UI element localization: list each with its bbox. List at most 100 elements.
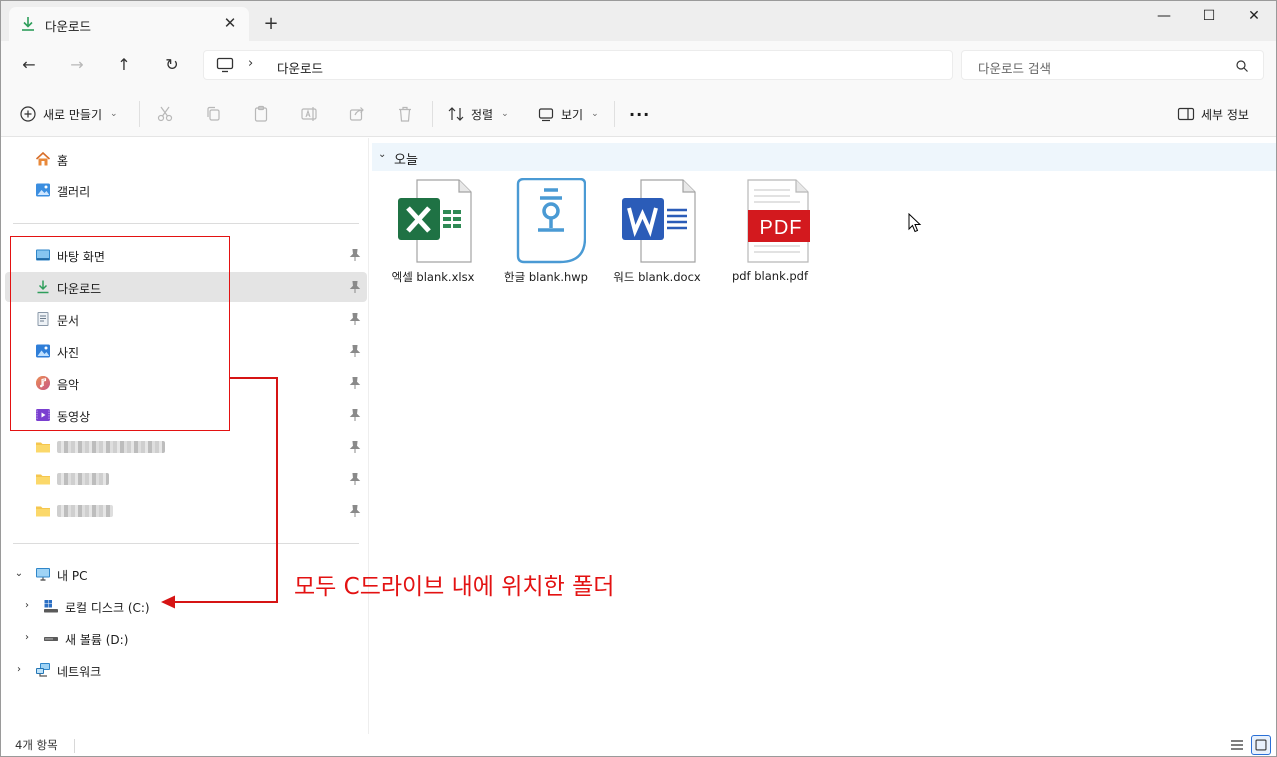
- scissors-icon: [157, 106, 173, 122]
- trash-icon: [399, 106, 411, 122]
- chevron-down-icon: ⌄: [591, 109, 599, 119]
- navigation-pane: 홈 갤러리 바탕 화면 다운로드 문서 사진 음악 동영상 ⌄ 내 PC › 로…: [1, 138, 369, 734]
- file-item-pdf[interactable]: PDF pdf blank.pdf: [720, 176, 820, 286]
- file-item-xlsx[interactable]: 엑셀 blank.xlsx: [383, 176, 483, 286]
- pin-icon[interactable]: [349, 440, 361, 454]
- sidebar-item-label: 로컬 디스크 (C:): [65, 601, 150, 615]
- file-item-hwp[interactable]: 한글 blank.hwp: [496, 176, 596, 286]
- search-input[interactable]: 다운로드 검색: [978, 58, 1051, 77]
- computer-icon: [216, 57, 234, 73]
- file-item-docx[interactable]: 워드 blank.docx: [607, 176, 707, 286]
- blurred-label: [57, 441, 165, 453]
- breadcrumb-downloads[interactable]: 다운로드: [277, 58, 323, 77]
- address-bar[interactable]: › 다운로드: [203, 50, 953, 80]
- view-icon: [538, 108, 554, 122]
- folder-icon: [36, 506, 50, 517]
- arrow-left-icon: [161, 595, 175, 609]
- drive-c-icon: [44, 600, 58, 613]
- copy-icon: [207, 106, 220, 121]
- close-window-button[interactable]: ✕: [1231, 1, 1276, 33]
- annotation-connector: [276, 377, 278, 603]
- sidebar-item-blurred-folder[interactable]: [5, 432, 367, 462]
- pin-icon[interactable]: [349, 408, 361, 422]
- copy-button[interactable]: [204, 103, 222, 125]
- view-button[interactable]: 보기 ⌄: [537, 103, 599, 125]
- sidebar-item-blurred-folder[interactable]: [5, 464, 367, 494]
- annotation-connector: [175, 601, 278, 603]
- file-name: pdf blank.pdf: [731, 269, 809, 283]
- sort-button[interactable]: 정렬 ⌄: [447, 103, 509, 125]
- group-header-today[interactable]: ⌄ 오늘: [372, 143, 1276, 171]
- home-icon: [35, 151, 51, 166]
- new-button[interactable]: 새로 만들기 ⌄: [19, 103, 118, 125]
- sort-icon: [448, 107, 464, 121]
- file-list: ⌄ 오늘 엑셀 blank.xlsx 한글 blank.hwp 워드 blank…: [370, 138, 1276, 734]
- details-view-icon[interactable]: [1227, 735, 1247, 755]
- excel-file-icon: [398, 179, 472, 263]
- details-pane-icon: [1177, 107, 1195, 121]
- cut-button[interactable]: [156, 103, 174, 125]
- search-box[interactable]: 다운로드 검색: [961, 50, 1264, 80]
- chevron-down-icon[interactable]: ⌄: [13, 568, 25, 579]
- minimize-button[interactable]: —: [1141, 1, 1187, 33]
- sidebar-divider: [13, 223, 359, 224]
- sidebar-item-blurred-folder[interactable]: [5, 496, 367, 526]
- pin-icon[interactable]: [349, 344, 361, 358]
- svg-text:PDF: PDF: [760, 217, 803, 239]
- sidebar-item-label: 갤러리: [57, 185, 91, 199]
- chevron-down-icon[interactable]: ⌄: [378, 149, 386, 160]
- search-icon: [1236, 60, 1248, 72]
- pin-icon[interactable]: [349, 248, 361, 262]
- pin-icon[interactable]: [349, 504, 361, 518]
- mouse-cursor-icon: [908, 213, 922, 233]
- refresh-button[interactable]: ↻: [159, 53, 185, 77]
- sidebar-item-network[interactable]: › 네트워크: [5, 655, 367, 685]
- details-label: 세부 정보: [1201, 107, 1249, 122]
- sidebar-item-home[interactable]: 홈: [5, 144, 367, 174]
- maximize-button[interactable]: ☐: [1186, 1, 1232, 33]
- plus-circle-icon: [20, 106, 36, 122]
- status-divider: [74, 739, 75, 753]
- pin-icon[interactable]: [349, 472, 361, 486]
- sidebar-item-gallery[interactable]: 갤러리: [5, 175, 367, 205]
- download-icon: [22, 17, 34, 31]
- tab-title: 다운로드: [45, 19, 92, 34]
- chevron-right-icon[interactable]: ›: [21, 632, 33, 643]
- paste-button[interactable]: [252, 103, 270, 125]
- pin-icon[interactable]: [349, 376, 361, 390]
- file-name: 워드 blank.docx: [613, 270, 701, 284]
- tab-downloads[interactable]: 다운로드 ✕: [9, 7, 249, 41]
- network-icon: [36, 663, 50, 677]
- chevron-right-icon[interactable]: ›: [21, 600, 33, 611]
- gallery-icon: [36, 183, 50, 197]
- pin-icon[interactable]: [349, 280, 361, 294]
- sidebar-item-drive-d[interactable]: › 새 볼륨 (D:): [5, 623, 367, 653]
- annotation-connector: [230, 377, 278, 379]
- toolbar-divider: [614, 101, 615, 127]
- delete-button[interactable]: [396, 103, 414, 125]
- more-options-button[interactable]: ···: [629, 103, 650, 125]
- word-file-icon: [622, 179, 696, 263]
- rename-button[interactable]: [300, 103, 318, 125]
- command-bar: 새로 만들기 ⌄ 정렬 ⌄ 보기 ⌄ ··· 세부 정보: [1, 89, 1276, 137]
- share-button[interactable]: [348, 103, 366, 125]
- pdf-file-icon: PDF: [747, 179, 810, 263]
- address-row: ← → ↑ ↻ › 다운로드 다운로드 검색: [1, 41, 1276, 89]
- computer-icon: [36, 568, 50, 581]
- chevron-down-icon: ⌄: [501, 109, 509, 119]
- details-pane-button[interactable]: 세부 정보: [1177, 103, 1249, 125]
- close-tab-icon[interactable]: ✕: [221, 14, 239, 32]
- chevron-right-icon[interactable]: ›: [13, 664, 25, 675]
- new-tab-button[interactable]: +: [260, 13, 282, 35]
- sidebar-item-label: 네트워크: [57, 665, 102, 679]
- chevron-down-icon: ⌄: [110, 109, 118, 119]
- toolbar-divider: [139, 101, 140, 127]
- back-button[interactable]: ←: [16, 53, 42, 77]
- pin-icon[interactable]: [349, 312, 361, 326]
- large-icons-view-icon[interactable]: [1251, 735, 1271, 755]
- file-name: 한글 blank.hwp: [504, 270, 588, 284]
- chevron-right-icon[interactable]: ›: [248, 56, 253, 71]
- up-button[interactable]: ↑: [111, 53, 137, 77]
- forward-button[interactable]: →: [64, 53, 90, 77]
- folder-icon: [36, 474, 50, 485]
